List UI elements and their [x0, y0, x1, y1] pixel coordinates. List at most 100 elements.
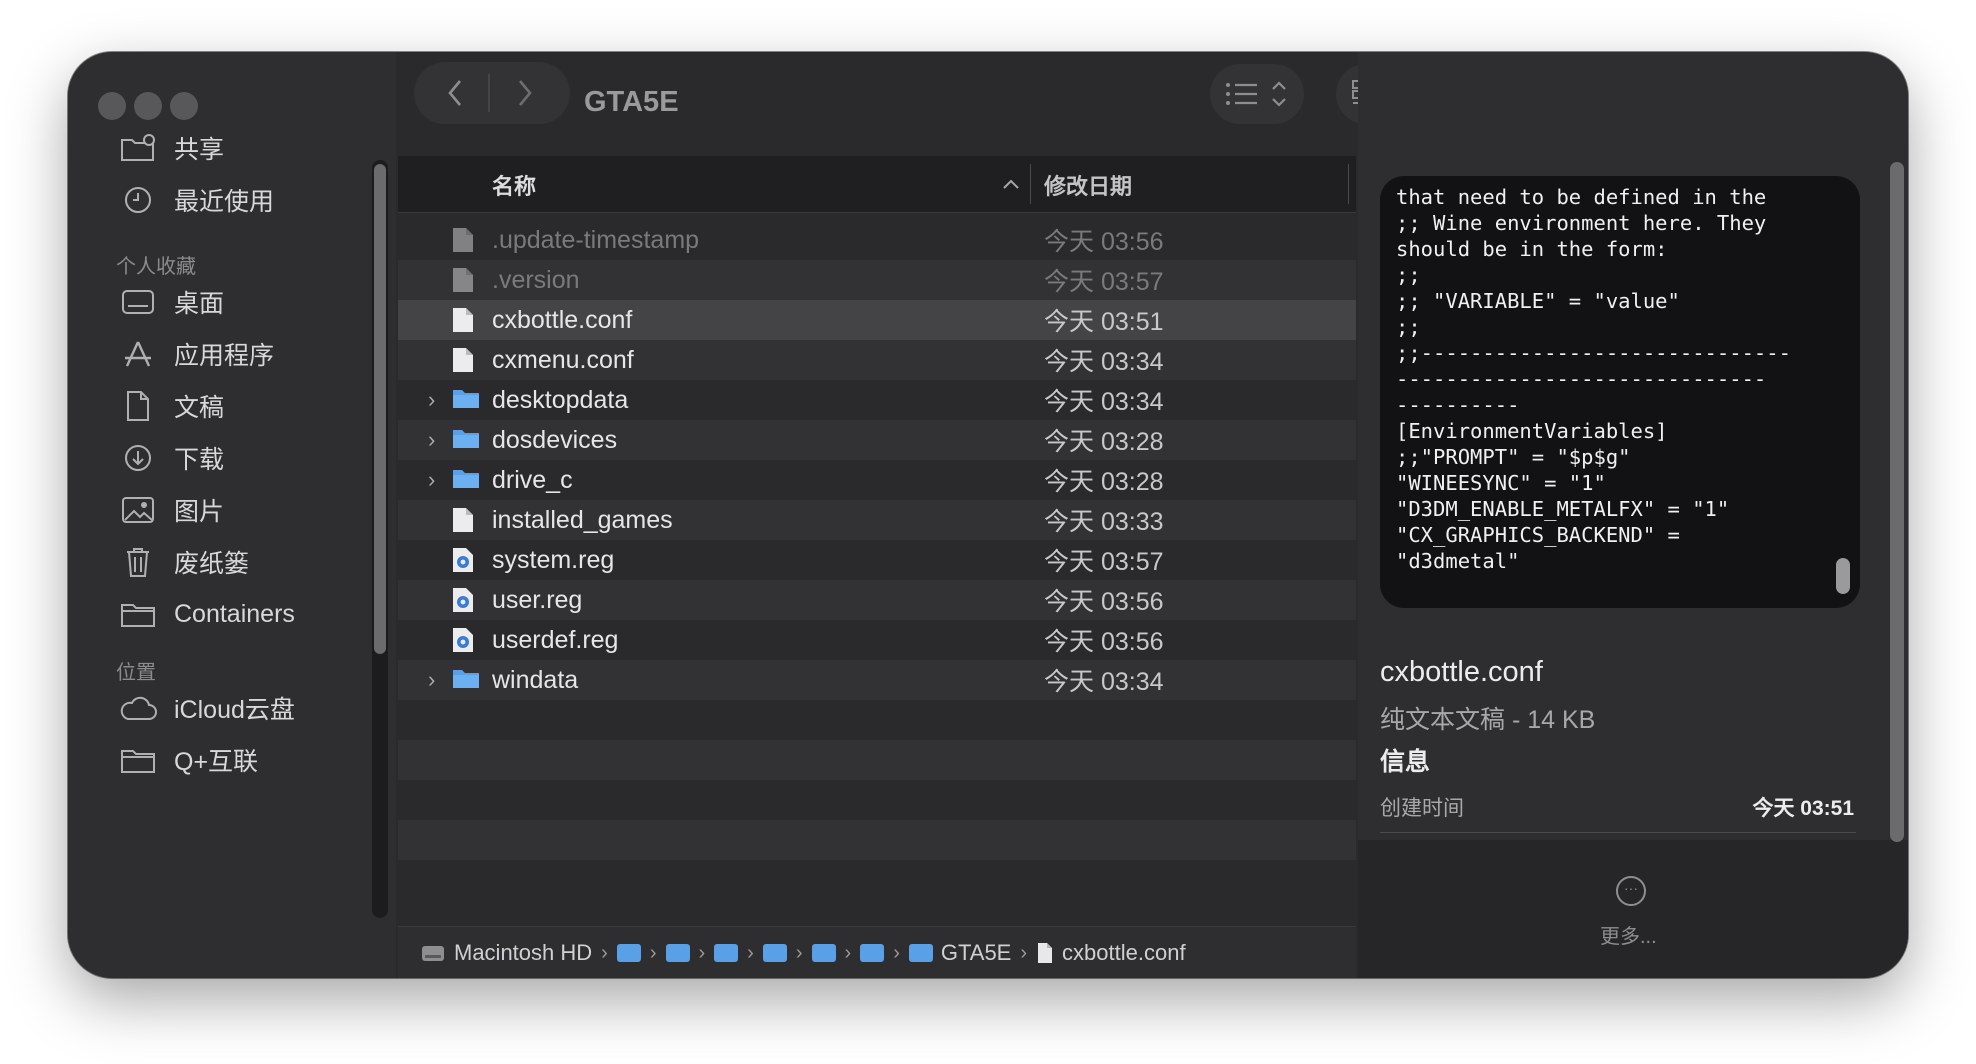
path-separator-icon: › [844, 941, 852, 964]
path-item-root[interactable]: Macintosh HD [420, 940, 592, 966]
document-icon [452, 347, 474, 373]
preview-created-value: 今天 03:51 [1752, 797, 1854, 820]
document-icon [1038, 943, 1053, 963]
sort-ascending-icon[interactable] [1002, 178, 1020, 190]
folder-icon [860, 944, 885, 962]
path-bar: Macintosh HD › › › › › › › GTA5E › cxbottle.c… [398, 926, 1356, 978]
sidebar-item-label: 图片 [174, 498, 225, 526]
sidebar-item-icloud[interactable]: iCloud云盘 [118, 686, 295, 730]
minimize-window-button[interactable] [134, 92, 162, 120]
sidebar-item-applications[interactable]: 应用程序 [118, 332, 274, 376]
file-date: 今天 03:57 [1044, 268, 1164, 296]
file-list: 名称 修改日期 .update-timestamp 今天 03:56 .versio… [398, 156, 1356, 916]
path-intermediate-folders: › › › › › › [616, 941, 909, 965]
photo-icon [118, 493, 158, 527]
registry-file-icon [452, 547, 474, 573]
registry-file-icon [452, 627, 474, 653]
folder-icon [811, 944, 836, 962]
file-name: windata [492, 665, 579, 694]
sidebar-item-containers[interactable]: Containers [118, 592, 295, 636]
file-date: 今天 03:33 [1044, 508, 1164, 536]
column-divider[interactable] [1030, 164, 1031, 204]
sidebar-item-label: Containers [174, 599, 295, 628]
empty-row [398, 700, 1356, 740]
file-row[interactable]: cxbottle.conf 今天 03:51 [398, 300, 1356, 340]
window-title: GTA5E [584, 86, 679, 118]
registry-file-icon [452, 587, 474, 613]
path-item-folder[interactable] [762, 944, 787, 962]
column-divider[interactable] [1348, 164, 1349, 204]
nav-divider [488, 74, 490, 112]
folder-icon [452, 427, 479, 453]
file-row[interactable]: › windata 今天 03:34 [398, 660, 1356, 700]
file-row[interactable]: userdef.reg 今天 03:56 [398, 620, 1356, 660]
path-item-folder[interactable] [714, 944, 739, 962]
folder-icon [665, 944, 690, 962]
folder-icon [452, 387, 479, 413]
desktop-icon [118, 285, 158, 319]
sidebar-item-label: iCloud云盘 [174, 696, 295, 724]
file-date: 今天 03:56 [1044, 588, 1164, 616]
zoom-window-button[interactable] [170, 92, 198, 120]
disclosure-chevron-icon[interactable]: › [428, 387, 435, 413]
sidebar-item-desktop[interactable]: 桌面 [118, 280, 224, 324]
document-icon [452, 507, 474, 533]
sidebar-section-heading: 个人收藏 [116, 256, 196, 278]
preview-text-scrollbar-thumb[interactable] [1836, 558, 1850, 594]
column-header-name[interactable]: 名称 [492, 169, 536, 201]
more-options-icon[interactable]: ··· [1616, 876, 1646, 906]
list-view-button[interactable] [1220, 74, 1296, 114]
sidebar-item-pictures[interactable]: 图片 [118, 488, 224, 532]
file-name: cxmenu.conf [492, 345, 634, 374]
file-row[interactable]: cxmenu.conf 今天 03:34 [398, 340, 1356, 380]
sidebar-scrollbar-thumb[interactable] [374, 164, 386, 654]
back-button[interactable] [430, 72, 480, 114]
path-item-folder[interactable] [860, 944, 885, 962]
folder-icon [762, 944, 787, 962]
path-separator-icon: › [1020, 941, 1028, 964]
sidebar-item-trash[interactable]: 废纸篓 [118, 540, 249, 584]
disclosure-chevron-icon[interactable]: › [428, 467, 435, 493]
sidebar-item-label: Q+互联 [174, 748, 259, 776]
sidebar-item-label: 下载 [174, 446, 225, 474]
sidebar-item-documents[interactable]: 文稿 [118, 384, 224, 428]
empty-row [398, 820, 1356, 860]
file-date: 今天 03:34 [1044, 388, 1164, 416]
preview-scrollbar[interactable] [1890, 162, 1904, 842]
file-row[interactable]: user.reg 今天 03:56 [398, 580, 1356, 620]
file-date: 今天 03:51 [1044, 308, 1164, 336]
hard-drive-icon [422, 946, 444, 961]
column-header-date[interactable]: 修改日期 [1044, 169, 1132, 201]
preview-more-button[interactable]: 更多... [1600, 920, 1657, 949]
file-row[interactable]: system.reg 今天 03:57 [398, 540, 1356, 580]
file-row[interactable]: › desktopdata 今天 03:34 [398, 380, 1356, 420]
disclosure-chevron-icon[interactable]: › [428, 667, 435, 693]
path-item-current[interactable]: cxbottle.conf [1036, 940, 1186, 966]
path-item-folder[interactable] [665, 944, 690, 962]
sidebar-item-qplus[interactable]: Q+互联 [118, 738, 258, 782]
path-item-folder[interactable] [811, 944, 836, 962]
sidebar-item-shared[interactable]: 共享 [118, 126, 224, 170]
preview-info-heading: 信息 [1380, 748, 1431, 776]
forward-button[interactable] [500, 72, 550, 114]
file-name: installed_games [492, 505, 673, 534]
path-item-folder[interactable] [616, 944, 641, 962]
path-separator-icon: › [893, 941, 900, 964]
sidebar-item-recents[interactable]: 最近使用 [118, 178, 274, 222]
file-row[interactable]: › dosdevices 今天 03:28 [398, 420, 1356, 460]
document-icon [452, 267, 474, 293]
disclosure-chevron-icon[interactable]: › [428, 427, 435, 453]
file-name: system.reg [492, 545, 615, 574]
path-item-parent[interactable]: GTA5E [908, 940, 1011, 966]
preview-text-box[interactable]: that need to be defined in the ;; Wine e… [1380, 176, 1860, 608]
sidebar-item-downloads[interactable]: 下载 [118, 436, 224, 480]
file-row[interactable]: .version 今天 03:57 [398, 260, 1356, 300]
preview-divider [1380, 832, 1856, 833]
file-row[interactable]: .update-timestamp 今天 03:56 [398, 220, 1356, 260]
preview-kind-size: 纯文本文稿 - 14 KB [1380, 706, 1596, 734]
folder-icon [616, 944, 641, 962]
file-name: drive_c [492, 465, 573, 494]
file-row[interactable]: › drive_c 今天 03:28 [398, 460, 1356, 500]
close-window-button[interactable] [98, 92, 126, 120]
file-row[interactable]: installed_games 今天 03:33 [398, 500, 1356, 540]
